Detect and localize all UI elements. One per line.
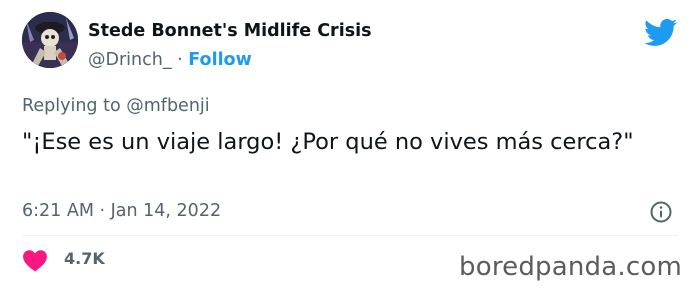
handle-row: @Drinch_ · Follow [88,50,252,70]
tweet-text: "¡Ese es un viaje largo! ¿Por qué no viv… [22,129,634,155]
avatar-image [22,12,78,68]
follow-button[interactable]: Follow [188,50,251,70]
watermark: boredpanda.com [459,252,682,282]
heart-icon[interactable] [22,248,48,272]
user-handle[interactable]: @Drinch_ [88,50,172,70]
reply-mention[interactable]: @mfbenji [126,96,209,116]
info-icon[interactable] [649,200,673,224]
twitter-bird-icon[interactable] [644,19,678,47]
display-name[interactable]: Stede Bonnet's Midlife Crisis [88,21,372,41]
replying-to: Replying to @mfbenji [22,96,210,116]
like-count[interactable]: 4.7K [64,249,105,268]
handle-separator: · [171,50,189,70]
tweet-timestamp[interactable]: 6:21 AM · Jan 14, 2022 [22,201,221,221]
divider [22,235,678,236]
avatar[interactable] [22,12,78,68]
replying-prefix: Replying to [22,96,127,116]
